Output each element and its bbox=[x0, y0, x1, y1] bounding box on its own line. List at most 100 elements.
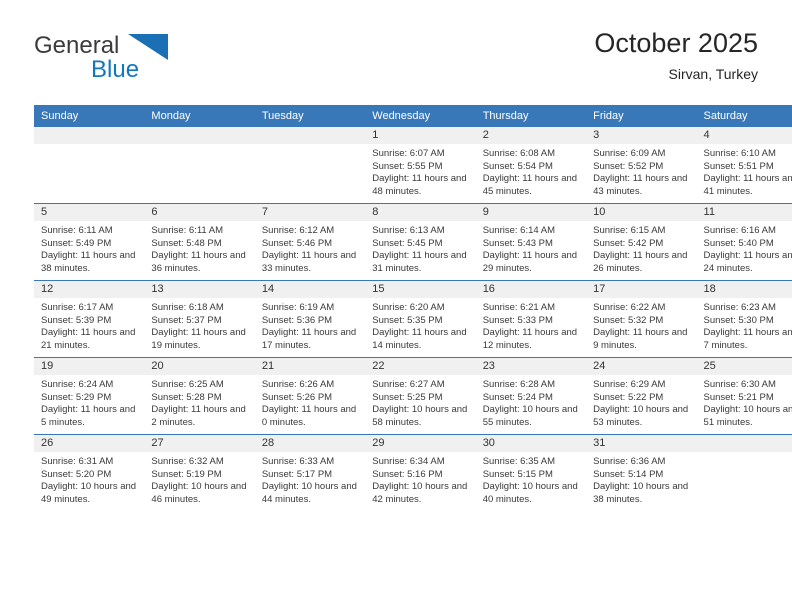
day-cell[interactable]: 8 Sunrise: 6:13 AM Sunset: 5:45 PM Dayli… bbox=[365, 203, 476, 281]
day-number: 24 bbox=[586, 358, 697, 375]
daylight-text: Daylight: 11 hours and 31 minutes. bbox=[372, 250, 467, 274]
sunset-text: Sunset: 5:45 PM bbox=[372, 237, 443, 249]
daylight-text: Daylight: 11 hours and 21 minutes. bbox=[41, 327, 136, 351]
day-cell[interactable]: 12 Sunrise: 6:17 AM Sunset: 5:39 PM Dayl… bbox=[34, 280, 145, 358]
day-cell[interactable]: 15 Sunrise: 6:20 AM Sunset: 5:35 PM Dayl… bbox=[365, 280, 476, 358]
day-details bbox=[697, 452, 792, 456]
day-details bbox=[34, 144, 144, 148]
day-number: 21 bbox=[254, 358, 366, 375]
sunrise-text: Sunrise: 6:13 AM bbox=[372, 225, 445, 236]
sunset-text: Sunset: 5:21 PM bbox=[703, 391, 774, 403]
sunrise-text: Sunrise: 6:15 AM bbox=[593, 225, 666, 236]
calendar-grid: Sunday Monday Tuesday Wednesday Thursday… bbox=[34, 105, 792, 511]
day-cell[interactable]: 1 Sunrise: 6:07 AM Sunset: 5:55 PM Dayli… bbox=[365, 127, 476, 204]
day-details: Sunrise: 6:36 AM Sunset: 5:14 PM Dayligh… bbox=[586, 452, 696, 506]
day-number: 28 bbox=[254, 435, 366, 452]
daylight-text: Daylight: 10 hours and 42 minutes. bbox=[372, 481, 468, 505]
sunset-text: Sunset: 5:39 PM bbox=[41, 314, 112, 326]
day-cell[interactable]: 19 Sunrise: 6:24 AM Sunset: 5:29 PM Dayl… bbox=[34, 357, 145, 435]
sunset-text: Sunset: 5:20 PM bbox=[41, 468, 112, 480]
day-number: 31 bbox=[586, 435, 697, 452]
daylight-text: Daylight: 11 hours and 48 minutes. bbox=[372, 173, 467, 197]
sunrise-text: Sunrise: 6:30 AM bbox=[703, 379, 776, 390]
day-cell[interactable]: 6 Sunrise: 6:11 AM Sunset: 5:48 PM Dayli… bbox=[144, 203, 255, 281]
day-details: Sunrise: 6:09 AM Sunset: 5:52 PM Dayligh… bbox=[586, 144, 696, 198]
day-details: Sunrise: 6:16 AM Sunset: 5:40 PM Dayligh… bbox=[697, 221, 792, 275]
calendar-page: General Blue October 2025 Sirvan, Turkey… bbox=[0, 0, 792, 612]
day-number bbox=[696, 435, 792, 452]
page-header: General Blue October 2025 Sirvan, Turkey bbox=[34, 26, 758, 96]
day-cell[interactable]: 29 Sunrise: 6:34 AM Sunset: 5:16 PM Dayl… bbox=[365, 434, 476, 511]
day-cell[interactable]: 7 Sunrise: 6:12 AM Sunset: 5:46 PM Dayli… bbox=[254, 203, 366, 281]
day-cell[interactable]: 30 Sunrise: 6:35 AM Sunset: 5:15 PM Dayl… bbox=[475, 434, 587, 511]
day-cell[interactable] bbox=[144, 127, 255, 204]
day-details: Sunrise: 6:17 AM Sunset: 5:39 PM Dayligh… bbox=[34, 298, 144, 352]
sunrise-text: Sunrise: 6:19 AM bbox=[261, 302, 335, 313]
day-cell[interactable]: 2 Sunrise: 6:08 AM Sunset: 5:54 PM Dayli… bbox=[475, 127, 587, 204]
sunrise-text: Sunrise: 6:16 AM bbox=[703, 225, 776, 236]
day-cell[interactable]: 20 Sunrise: 6:25 AM Sunset: 5:28 PM Dayl… bbox=[144, 357, 255, 435]
sunset-text: Sunset: 5:33 PM bbox=[482, 314, 553, 326]
day-details: Sunrise: 6:08 AM Sunset: 5:54 PM Dayligh… bbox=[476, 144, 586, 198]
day-cell[interactable]: 3 Sunrise: 6:09 AM Sunset: 5:52 PM Dayli… bbox=[586, 127, 697, 204]
weekday-header-friday: Friday bbox=[586, 105, 697, 127]
day-cell[interactable]: 9 Sunrise: 6:14 AM Sunset: 5:43 PM Dayli… bbox=[475, 203, 587, 281]
sunset-text: Sunset: 5:42 PM bbox=[593, 237, 664, 249]
sunrise-text: Sunrise: 6:17 AM bbox=[41, 302, 114, 313]
daylight-text: Daylight: 10 hours and 44 minutes. bbox=[261, 481, 357, 505]
day-cell[interactable]: 24 Sunrise: 6:29 AM Sunset: 5:22 PM Dayl… bbox=[586, 357, 697, 435]
weekday-header-wednesday: Wednesday bbox=[365, 105, 476, 127]
daylight-text: Daylight: 11 hours and 17 minutes. bbox=[261, 327, 357, 351]
day-cell[interactable]: 27 Sunrise: 6:32 AM Sunset: 5:19 PM Dayl… bbox=[144, 434, 255, 511]
day-details bbox=[144, 144, 254, 148]
daylight-text: Daylight: 11 hours and 43 minutes. bbox=[593, 173, 688, 197]
day-number: 1 bbox=[365, 127, 476, 144]
day-details: Sunrise: 6:14 AM Sunset: 5:43 PM Dayligh… bbox=[476, 221, 586, 275]
day-cell[interactable]: 17 Sunrise: 6:22 AM Sunset: 5:32 PM Dayl… bbox=[586, 280, 697, 358]
daylight-text: Daylight: 11 hours and 2 minutes. bbox=[151, 404, 246, 428]
day-cell[interactable] bbox=[254, 127, 366, 204]
day-cell[interactable]: 18 Sunrise: 6:23 AM Sunset: 5:30 PM Dayl… bbox=[696, 280, 792, 358]
sunrise-text: Sunrise: 6:34 AM bbox=[372, 456, 445, 467]
day-cell[interactable]: 10 Sunrise: 6:15 AM Sunset: 5:42 PM Dayl… bbox=[586, 203, 697, 281]
day-cell[interactable]: 21 Sunrise: 6:26 AM Sunset: 5:26 PM Dayl… bbox=[254, 357, 366, 435]
sunset-text: Sunset: 5:46 PM bbox=[261, 237, 333, 249]
day-cell[interactable]: 14 Sunrise: 6:19 AM Sunset: 5:36 PM Dayl… bbox=[254, 280, 366, 358]
daylight-text: Daylight: 11 hours and 14 minutes. bbox=[372, 327, 467, 351]
day-cell[interactable] bbox=[696, 434, 792, 511]
day-cell[interactable]: 28 Sunrise: 6:33 AM Sunset: 5:17 PM Dayl… bbox=[254, 434, 366, 511]
sunrise-text: Sunrise: 6:23 AM bbox=[703, 302, 776, 313]
day-details: Sunrise: 6:11 AM Sunset: 5:48 PM Dayligh… bbox=[144, 221, 254, 275]
day-cell[interactable]: 23 Sunrise: 6:28 AM Sunset: 5:24 PM Dayl… bbox=[475, 357, 587, 435]
day-cell[interactable] bbox=[34, 127, 145, 204]
day-cell[interactable]: 25 Sunrise: 6:30 AM Sunset: 5:21 PM Dayl… bbox=[696, 357, 792, 435]
day-number: 23 bbox=[475, 358, 587, 375]
day-number bbox=[34, 127, 145, 144]
day-details: Sunrise: 6:34 AM Sunset: 5:16 PM Dayligh… bbox=[365, 452, 475, 506]
day-cell[interactable]: 22 Sunrise: 6:27 AM Sunset: 5:25 PM Dayl… bbox=[365, 357, 476, 435]
day-cell[interactable]: 26 Sunrise: 6:31 AM Sunset: 5:20 PM Dayl… bbox=[34, 434, 145, 511]
sunrise-text: Sunrise: 6:25 AM bbox=[151, 379, 224, 390]
day-cell[interactable]: 16 Sunrise: 6:21 AM Sunset: 5:33 PM Dayl… bbox=[475, 280, 587, 358]
day-cell[interactable]: 11 Sunrise: 6:16 AM Sunset: 5:40 PM Dayl… bbox=[696, 203, 792, 281]
logo-text-blue: Blue bbox=[91, 56, 140, 83]
day-number: 27 bbox=[144, 435, 255, 452]
day-number: 16 bbox=[475, 281, 587, 298]
day-cell[interactable]: 5 Sunrise: 6:11 AM Sunset: 5:49 PM Dayli… bbox=[34, 203, 145, 281]
calendar-table: Sunday Monday Tuesday Wednesday Thursday… bbox=[34, 105, 792, 511]
day-cell[interactable]: 13 Sunrise: 6:18 AM Sunset: 5:37 PM Dayl… bbox=[144, 280, 255, 358]
day-details: Sunrise: 6:24 AM Sunset: 5:29 PM Dayligh… bbox=[34, 375, 144, 429]
day-details: Sunrise: 6:15 AM Sunset: 5:42 PM Dayligh… bbox=[586, 221, 696, 275]
daylight-text: Daylight: 10 hours and 38 minutes. bbox=[593, 481, 689, 505]
daylight-text: Daylight: 11 hours and 36 minutes. bbox=[151, 250, 246, 274]
day-cell[interactable]: 4 Sunrise: 6:10 AM Sunset: 5:51 PM Dayli… bbox=[696, 127, 792, 204]
sunrise-text: Sunrise: 6:11 AM bbox=[151, 225, 224, 236]
day-cell[interactable]: 31 Sunrise: 6:36 AM Sunset: 5:14 PM Dayl… bbox=[586, 434, 697, 511]
day-number: 14 bbox=[254, 281, 366, 298]
sunset-text: Sunset: 5:24 PM bbox=[482, 391, 553, 403]
day-number: 7 bbox=[254, 204, 366, 221]
day-details: Sunrise: 6:10 AM Sunset: 5:51 PM Dayligh… bbox=[697, 144, 792, 198]
weekday-header-thursday: Thursday bbox=[475, 105, 587, 127]
day-details: Sunrise: 6:33 AM Sunset: 5:17 PM Dayligh… bbox=[255, 452, 365, 506]
sunset-text: Sunset: 5:54 PM bbox=[482, 160, 553, 172]
